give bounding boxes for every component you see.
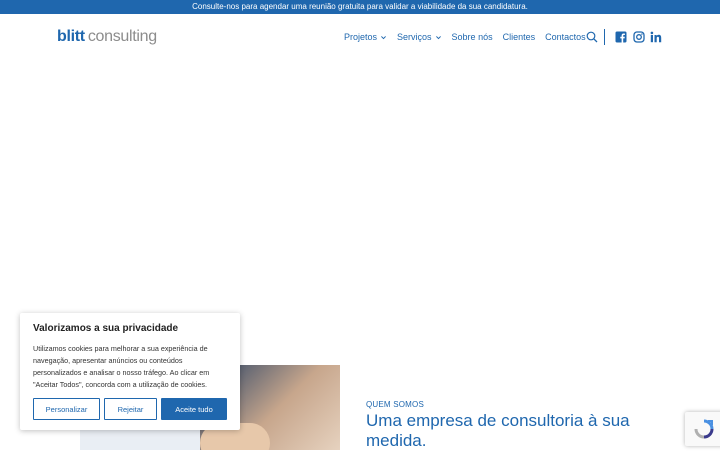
nav-label: Projetos	[344, 32, 378, 42]
cookie-title: Valorizamos a sua privacidade	[33, 323, 179, 334]
recaptcha-icon	[694, 419, 714, 439]
cookie-consent-banner: Valorizamos a sua privacidade Utilizamos…	[20, 313, 240, 430]
logo-suffix: consulting	[87, 28, 157, 45]
cookie-buttons: Personalizar Rejeitar Aceite tudo	[33, 398, 227, 420]
recaptcha-badge[interactable]	[685, 412, 720, 446]
logo-brand: blitt	[57, 28, 85, 45]
announcement-bar: Consulte-nos para agendar uma reunião gr…	[0, 0, 720, 14]
nav-label: Contactos	[545, 32, 586, 42]
accept-all-button[interactable]: Aceite tudo	[161, 398, 227, 420]
nav-label: Serviços	[397, 32, 432, 42]
facebook-icon[interactable]	[615, 31, 627, 43]
nav-item-contactos[interactable]: Contactos	[545, 32, 586, 42]
main-nav: Projetos Serviços Sobre nós Clientes Con…	[344, 32, 586, 42]
customize-button[interactable]: Personalizar	[33, 398, 100, 420]
nav-label: Sobre nós	[451, 32, 493, 42]
about-kicker: QUEM SOMOS	[366, 400, 425, 409]
nav-item-clientes[interactable]: Clientes	[503, 32, 536, 42]
site-header: blitt consulting Projetos Serviços Sobre …	[0, 14, 720, 60]
header-divider	[604, 29, 605, 45]
nav-item-projetos[interactable]: Projetos	[344, 32, 387, 42]
cookie-body: Utilizamos cookies para melhorar a sua e…	[33, 344, 210, 389]
instagram-icon[interactable]	[633, 31, 645, 43]
announcement-text: Consulte-nos para agendar uma reunião gr…	[192, 2, 528, 11]
about-title: Uma empresa de consultoria à sua medida.	[366, 411, 630, 450]
nav-item-servicos[interactable]: Serviços	[397, 32, 442, 42]
search-icon[interactable]	[586, 31, 598, 43]
nav-label: Clientes	[502, 32, 536, 42]
linkedin-icon[interactable]	[650, 31, 662, 43]
chevron-down-icon	[381, 35, 386, 39]
nav-item-sobre-nos[interactable]: Sobre nós	[452, 32, 493, 42]
reject-button[interactable]: Rejeitar	[104, 398, 157, 420]
site-logo[interactable]: blitt consulting	[57, 28, 157, 46]
chevron-down-icon	[435, 35, 441, 39]
